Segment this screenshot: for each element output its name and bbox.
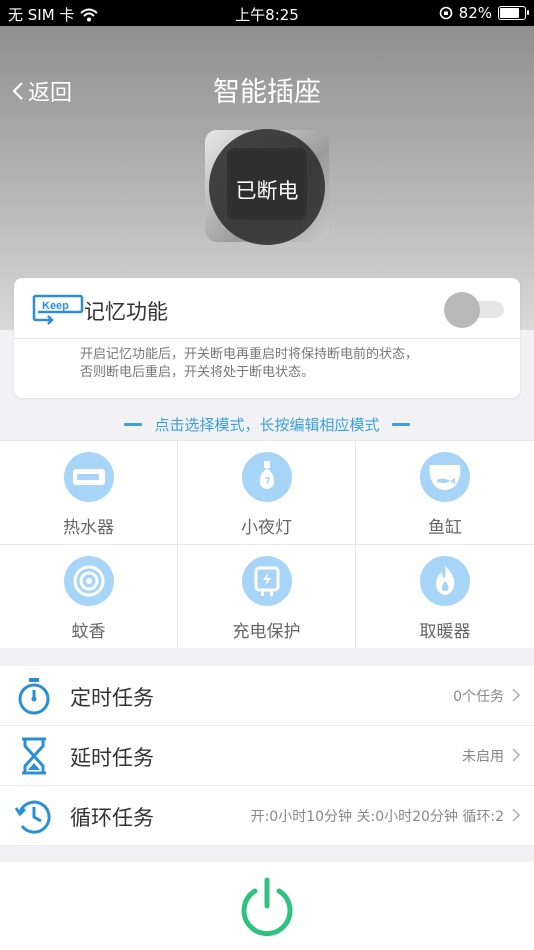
power-icon[interactable]: [238, 876, 296, 938]
chevron-right-icon: [512, 808, 521, 822]
mode-fish-tank[interactable]: 鱼缸: [356, 440, 534, 544]
memory-title: 记忆功能: [84, 300, 168, 324]
mode-heater[interactable]: 取暖器: [356, 544, 534, 648]
keep-icon: Keep: [32, 294, 84, 325]
night-light-icon: [241, 452, 292, 502]
status-bar: 无 SIM 卡 上午8:25 82%: [0, 0, 534, 26]
svg-text:Keep: Keep: [42, 300, 69, 312]
charging-protection-icon: [241, 556, 292, 606]
battery-percent: 82%: [458, 4, 492, 22]
task-list: 定时任务 0个任务 延时任务 未启用 循环任务 开:0小时10分钟 关:0小时2…: [0, 666, 534, 846]
page-title: 智能插座: [213, 77, 321, 108]
timer-icon: [18, 678, 50, 715]
memory-description: 开启记忆功能后，开关断电再重启时将保持断电前的状态， 否则断电后重启，开关将处于…: [80, 347, 419, 380]
footer-bar: [0, 862, 534, 950]
battery-icon: [498, 6, 529, 20]
chevron-right-icon: [512, 748, 521, 762]
delay-task-row[interactable]: 延时任务 未启用: [0, 726, 534, 786]
socket-power-indicator[interactable]: 已断电: [205, 129, 329, 245]
heater-icon: [420, 556, 470, 606]
orientation-lock-icon: [439, 6, 452, 20]
hourglass-icon: [22, 737, 46, 775]
mode-hint: 点击选择模式，长按编辑相应模式: [0, 414, 534, 435]
memory-toggle[interactable]: [444, 292, 506, 328]
mode-charging-protection[interactable]: 充电保护: [178, 544, 356, 648]
fish-tank-icon: [420, 452, 470, 502]
mode-water-heater[interactable]: 热水器: [0, 440, 178, 544]
mode-night-light[interactable]: 小夜灯: [178, 440, 356, 544]
cycle-task-row[interactable]: 循环任务 开:0小时10分钟 关:0小时20分钟 循环:2: [0, 786, 534, 846]
mode-mosquito-coil[interactable]: 蚊香: [0, 544, 178, 648]
timer-task-row[interactable]: 定时任务 0个任务: [0, 666, 534, 726]
chevron-right-icon: [512, 688, 521, 702]
divider: [14, 338, 520, 339]
water-heater-icon: [63, 452, 114, 502]
mode-hint-text: 点击选择模式，长按编辑相应模式: [154, 416, 380, 434]
socket-status-text: 已断电: [235, 179, 299, 203]
socket-status-overlay: 已断电: [209, 129, 325, 245]
mode-grid: 热水器 小夜灯 鱼缸 蚊香 充电保护 取暖器: [0, 440, 534, 648]
memory-function-card: Keep 记忆功能 开启记忆功能后，开关断电再重启时将保持断电前的状态， 否则断…: [14, 278, 520, 398]
mosquito-coil-icon: [63, 556, 114, 606]
cycle-clock-icon: [14, 800, 51, 834]
